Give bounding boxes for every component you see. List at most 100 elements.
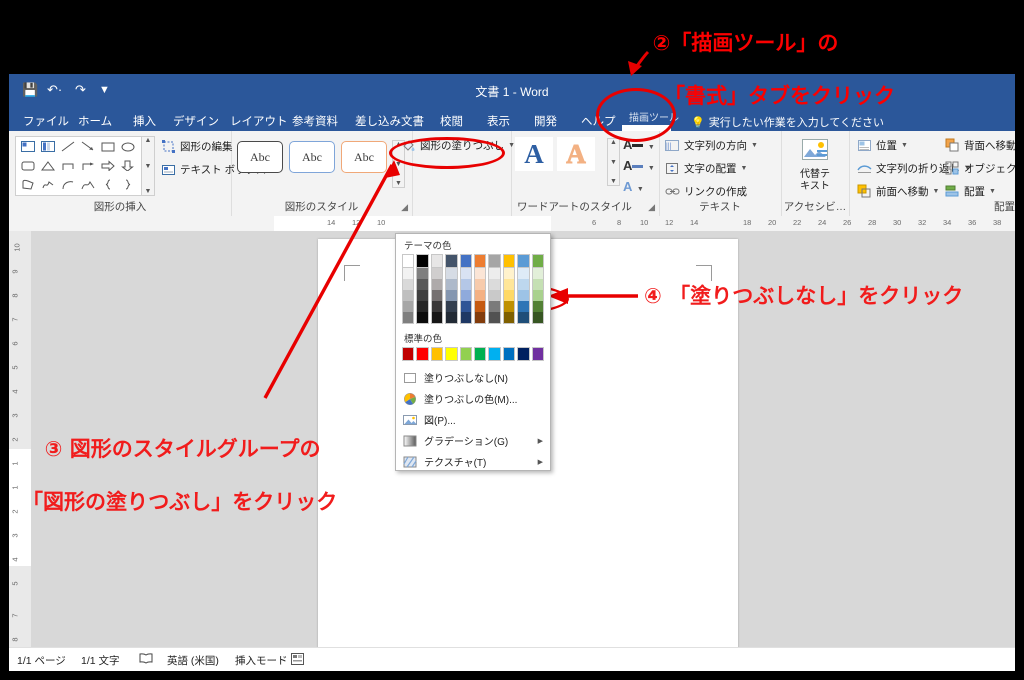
theme-color-swatch[interactable] <box>416 301 429 312</box>
theme-color-swatch[interactable] <box>402 290 415 301</box>
tab-design[interactable]: デザイン <box>167 111 225 131</box>
theme-color-swatch[interactable] <box>531 301 545 312</box>
standard-color-swatch[interactable] <box>474 347 487 361</box>
theme-color-swatch[interactable] <box>502 279 516 290</box>
theme-color-swatch[interactable] <box>445 290 458 301</box>
tab-insert[interactable]: 挿入 <box>127 111 162 131</box>
theme-color-swatch[interactable] <box>488 268 501 279</box>
theme-color-swatch[interactable] <box>445 268 458 279</box>
theme-color-swatch[interactable] <box>488 312 501 324</box>
theme-color-swatch[interactable] <box>531 254 545 268</box>
standard-color-swatch[interactable] <box>430 347 444 361</box>
theme-color-swatch[interactable] <box>531 268 545 279</box>
theme-color-swatch[interactable] <box>402 254 415 268</box>
standard-color-swatch[interactable] <box>402 347 415 361</box>
shape-triangle-icon[interactable] <box>38 157 58 174</box>
shape-rounded-rectangle-icon[interactable] <box>18 157 38 174</box>
alt-text-button[interactable]: 代替テ キスト <box>793 137 837 192</box>
theme-color-swatch[interactable] <box>445 312 458 324</box>
standard-color-swatch[interactable] <box>445 347 458 361</box>
theme-color-swatch[interactable] <box>502 254 516 268</box>
standard-color-swatch[interactable] <box>517 347 530 361</box>
shape-scribble-icon[interactable] <box>38 176 58 193</box>
menu-item-no-fill[interactable]: 塗りつぶしなし(N) <box>396 367 550 388</box>
scroll-up-icon[interactable]: ▲ <box>145 137 152 144</box>
tab-layout[interactable]: レイアウト <box>224 111 294 131</box>
theme-color-swatch[interactable] <box>488 290 501 301</box>
theme-color-swatch[interactable] <box>488 254 501 268</box>
shape-style-3[interactable]: Abc <box>341 141 387 173</box>
vertical-ruler[interactable]: 10 9 8 7 6 5 4 3 2 1 1 2 3 4 5 7 8 9 <box>9 231 31 666</box>
theme-color-swatch[interactable] <box>502 301 516 312</box>
bring-forward-button[interactable]: 前面へ移動 ▼ <box>857 184 939 199</box>
wordart-style-2[interactable]: A <box>557 137 595 171</box>
menu-item-more-fill-colors[interactable]: 塗りつぶしの色(M)... <box>396 388 550 409</box>
theme-color-swatch[interactable] <box>488 301 501 312</box>
scroll-down-icon[interactable]: ▼ <box>610 159 617 166</box>
theme-color-swatch[interactable] <box>430 301 444 312</box>
theme-color-swatch[interactable] <box>474 279 487 290</box>
standard-color-swatch[interactable] <box>459 347 473 361</box>
status-mode[interactable]: 挿入モード <box>235 653 288 668</box>
theme-color-swatch[interactable] <box>517 279 530 290</box>
submenu-arrow-icon[interactable]: ▶ <box>538 458 543 466</box>
chevron-down-icon[interactable]: ▼ <box>648 165 655 172</box>
scroll-more-icon[interactable]: ▼ <box>610 178 617 185</box>
create-link-button[interactable]: リンクの作成 <box>665 184 747 199</box>
theme-color-swatch[interactable] <box>517 268 530 279</box>
theme-color-row[interactable] <box>402 290 545 301</box>
tab-review[interactable]: 校閲 <box>434 111 469 131</box>
theme-color-row[interactable] <box>402 301 545 312</box>
shape-line-icon[interactable] <box>58 138 78 155</box>
standard-color-swatch[interactable] <box>488 347 501 361</box>
theme-color-swatch[interactable] <box>517 254 530 268</box>
wordart-dialog-launcher[interactable]: ◢ <box>648 202 655 213</box>
theme-color-swatch[interactable] <box>430 279 444 290</box>
theme-color-swatch[interactable] <box>531 312 545 324</box>
theme-color-swatch[interactable] <box>430 254 444 268</box>
tab-view[interactable]: 表示 <box>481 111 516 131</box>
status-pages[interactable]: 1/1 ページ <box>17 653 66 668</box>
scroll-up-icon[interactable]: ▲ <box>610 139 617 146</box>
chevron-down-icon[interactable]: ▼ <box>751 142 758 149</box>
theme-color-swatch[interactable] <box>474 312 487 324</box>
tab-file[interactable]: ファイル <box>17 111 75 131</box>
shape-pentagon-icon[interactable] <box>18 176 38 193</box>
theme-color-swatch[interactable] <box>430 268 444 279</box>
standard-colors-grid[interactable] <box>396 347 550 361</box>
theme-color-row[interactable] <box>402 254 545 268</box>
status-language[interactable]: 英語 (米国) <box>167 653 219 668</box>
tab-home[interactable]: ホーム <box>72 111 118 131</box>
theme-color-swatch[interactable] <box>445 279 458 290</box>
text-direction-button[interactable]: ||| 文字列の方向 ▼ <box>665 138 758 153</box>
wordart-scrollbar[interactable]: ▲ ▼ ▼ <box>607 138 620 186</box>
text-outline-button[interactable]: A ▼ <box>623 157 655 175</box>
theme-color-swatch[interactable] <box>474 301 487 312</box>
chevron-down-icon[interactable]: ▼ <box>901 142 908 149</box>
shape-style-1[interactable]: Abc <box>237 141 283 173</box>
shape-elbow-arrow-icon[interactable] <box>78 157 98 174</box>
shape-rectangle-icon[interactable] <box>98 138 118 155</box>
shape-left-brace-icon[interactable] <box>98 176 118 193</box>
shape-vertical-textbox-icon[interactable] <box>38 138 58 155</box>
align-objects-button[interactable]: 配置 ▼ <box>945 184 996 199</box>
standard-color-swatch[interactable] <box>502 347 516 361</box>
theme-color-swatch[interactable] <box>430 312 444 324</box>
theme-color-swatch[interactable] <box>517 301 530 312</box>
shape-oval-icon[interactable] <box>118 138 138 155</box>
tab-developer[interactable]: 開発 <box>528 111 563 131</box>
submenu-arrow-icon[interactable]: ▶ <box>538 437 543 445</box>
shape-arc-icon[interactable] <box>58 176 78 193</box>
menu-item-picture[interactable]: 図(P)... <box>396 409 550 430</box>
align-text-button[interactable]: 文字の配置 ▼ <box>665 161 747 176</box>
shape-right-brace-icon[interactable] <box>118 176 138 193</box>
shapes-gallery[interactable] <box>15 136 143 196</box>
theme-color-swatch[interactable] <box>517 312 530 324</box>
standard-color-swatch[interactable] <box>416 347 429 361</box>
theme-color-swatch[interactable] <box>402 312 415 324</box>
theme-color-swatch[interactable] <box>402 279 415 290</box>
menu-item-texture[interactable]: テクスチャ(T) ▶ <box>396 451 550 472</box>
theme-color-swatch[interactable] <box>416 312 429 324</box>
standard-color-row[interactable] <box>402 347 545 361</box>
theme-color-swatch[interactable] <box>474 254 487 268</box>
